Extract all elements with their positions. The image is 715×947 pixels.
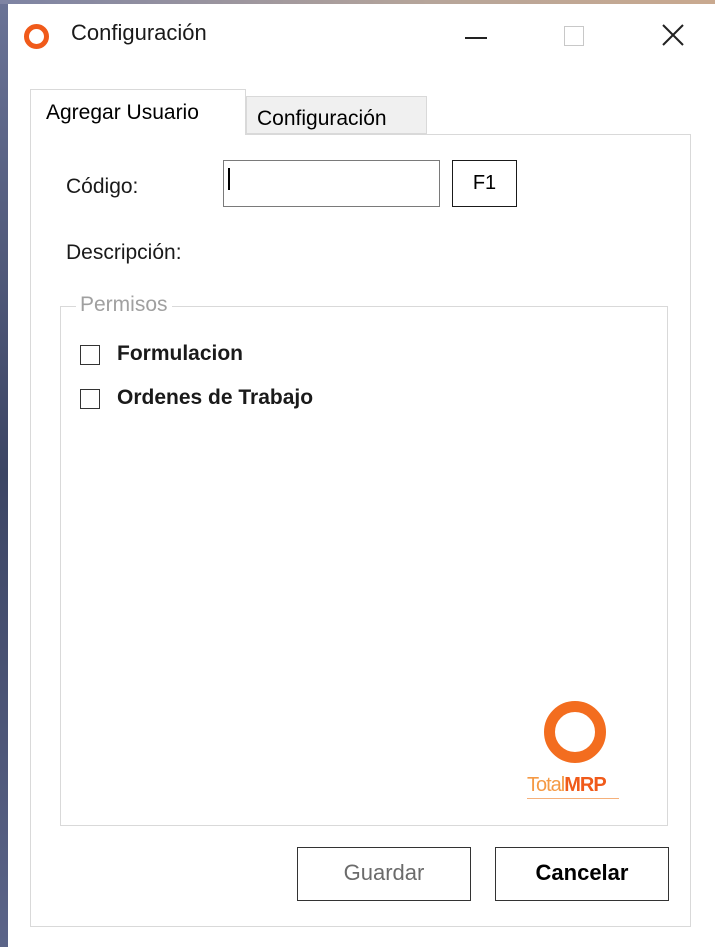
- maximize-icon: [564, 26, 584, 46]
- formulacion-checkbox[interactable]: [80, 345, 100, 365]
- minimize-icon: [465, 37, 487, 39]
- f1-lookup-button[interactable]: F1: [452, 160, 517, 207]
- ordenes-de-trabajo-label[interactable]: Ordenes de Trabajo: [117, 386, 313, 410]
- close-icon: [662, 24, 684, 46]
- descripcion-label: Descripción:: [66, 241, 182, 264]
- tab-configuracion[interactable]: Configuración: [246, 96, 427, 134]
- codigo-input[interactable]: [223, 160, 440, 207]
- total-mrp-logo: TotalMRP: [523, 698, 623, 803]
- desktop-background: [0, 0, 8, 947]
- logo-wordmark: TotalMRP: [527, 774, 607, 797]
- codigo-label: Código:: [66, 175, 139, 198]
- cancelar-button[interactable]: Cancelar: [495, 847, 669, 901]
- ordenes-de-trabajo-checkbox[interactable]: [80, 389, 100, 409]
- guardar-button[interactable]: Guardar: [297, 847, 471, 901]
- app-ring-icon: [24, 24, 49, 49]
- configuracion-dialog: Configuración Agregar Usuario Configurac…: [8, 4, 715, 947]
- text-caret: [228, 168, 230, 190]
- formulacion-label[interactable]: Formulacion: [117, 342, 243, 366]
- minimize-button[interactable]: [435, 4, 515, 66]
- tab-agregar-usuario[interactable]: Agregar Usuario: [30, 89, 246, 135]
- close-button[interactable]: [634, 4, 714, 66]
- logo-word-total: Total: [527, 774, 565, 796]
- logo-ring-icon: [544, 701, 606, 763]
- window-title: Configuración: [71, 20, 207, 45]
- logo-word-mrp: MRP: [564, 774, 606, 796]
- maximize-button: [535, 4, 615, 66]
- permisos-legend: Permisos: [76, 293, 172, 317]
- logo-underline: [527, 798, 619, 799]
- title-bar[interactable]: Configuración: [8, 4, 715, 66]
